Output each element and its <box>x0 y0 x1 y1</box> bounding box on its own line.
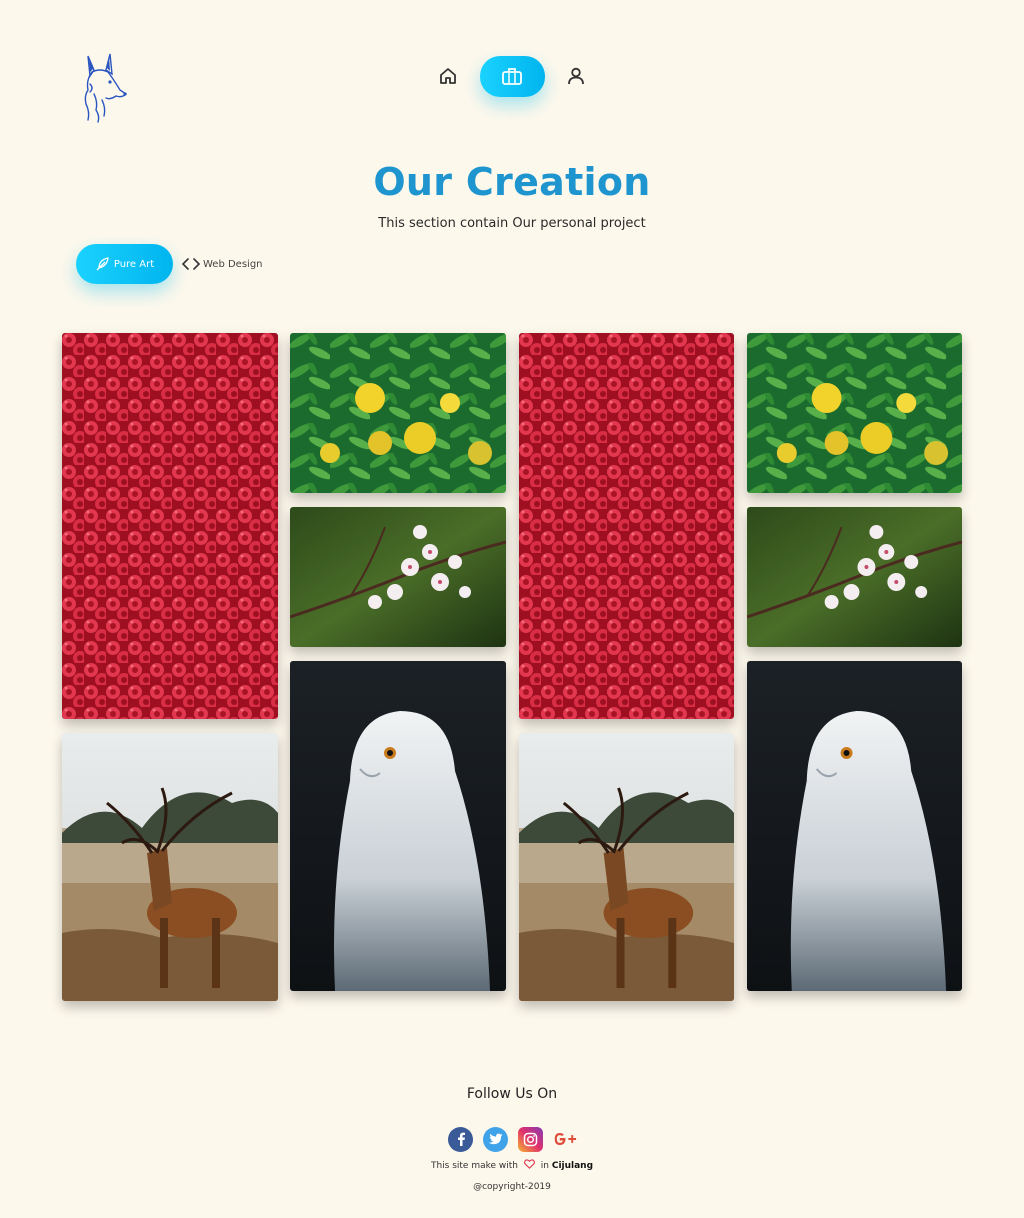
snowy-owl-image <box>747 661 962 991</box>
gallery-item-deer[interactable] <box>62 733 278 1001</box>
gallery-item-cherry-blossom[interactable] <box>290 507 506 647</box>
copyright-text: @copyright-2019 <box>473 1182 551 1192</box>
made-with-text: This site make with in Cijulang <box>0 1159 1024 1171</box>
made-place: Cijulang <box>551 1161 594 1171</box>
nav-portfolio-button[interactable] <box>479 55 545 97</box>
gallery-item-snowy-owl[interactable] <box>747 661 962 991</box>
nav-home-button[interactable] <box>428 56 468 96</box>
deer-image <box>519 733 734 1001</box>
home-icon <box>440 68 456 84</box>
gallery-item-cherry-blossom[interactable] <box>747 507 962 647</box>
user-icon <box>568 67 584 85</box>
gallery-item-deer[interactable] <box>519 733 734 1001</box>
main-nav <box>428 55 596 97</box>
google-plus-button[interactable] <box>553 1127 578 1152</box>
follow-us-heading: Follow Us On <box>466 1086 558 1102</box>
gallery-item-snowy-owl[interactable] <box>290 661 506 991</box>
snowy-owl-image <box>290 661 506 991</box>
facebook-icon <box>457 1132 465 1146</box>
filter-pure-art-button[interactable]: Pure Art <box>76 244 173 284</box>
heart-icon <box>523 1159 535 1169</box>
made-in: in <box>540 1161 549 1171</box>
filter-pure-art-label: Pure Art <box>113 258 155 270</box>
code-icon <box>181 258 201 270</box>
filter-web-design-label: Web Design <box>203 258 263 270</box>
google-plus-icon <box>554 1133 577 1145</box>
page-title: Our Creation <box>373 160 651 204</box>
filter-web-design-button[interactable]: Web Design <box>181 254 263 274</box>
instagram-button[interactable] <box>518 1126 543 1152</box>
fox-logo[interactable] <box>76 50 132 126</box>
twitter-icon <box>488 1133 503 1144</box>
raspberries-image <box>519 333 734 719</box>
page-subtitle: This section contain Our personal projec… <box>378 216 646 231</box>
cherry-blossom-image <box>747 507 962 647</box>
made-prefix: This site make with <box>430 1161 518 1171</box>
cherry-blossom-image <box>290 507 506 647</box>
lemon-tree-image <box>747 333 962 493</box>
gallery-item-raspberries[interactable] <box>62 333 278 719</box>
gallery-item-lemon-tree[interactable] <box>747 333 962 493</box>
nav-profile-button[interactable] <box>556 56 596 96</box>
twitter-button[interactable] <box>483 1126 508 1152</box>
gallery-item-raspberries[interactable] <box>519 333 734 719</box>
briefcase-icon <box>502 68 522 85</box>
social-links <box>448 1126 578 1152</box>
raspberries-image <box>62 333 278 719</box>
fox-logo-icon <box>84 53 128 123</box>
gallery-item-lemon-tree[interactable] <box>290 333 506 493</box>
feather-icon <box>96 257 109 271</box>
instagram-icon <box>523 1132 538 1146</box>
facebook-button[interactable] <box>448 1126 473 1152</box>
deer-image <box>62 733 278 1001</box>
lemon-tree-image <box>290 333 506 493</box>
